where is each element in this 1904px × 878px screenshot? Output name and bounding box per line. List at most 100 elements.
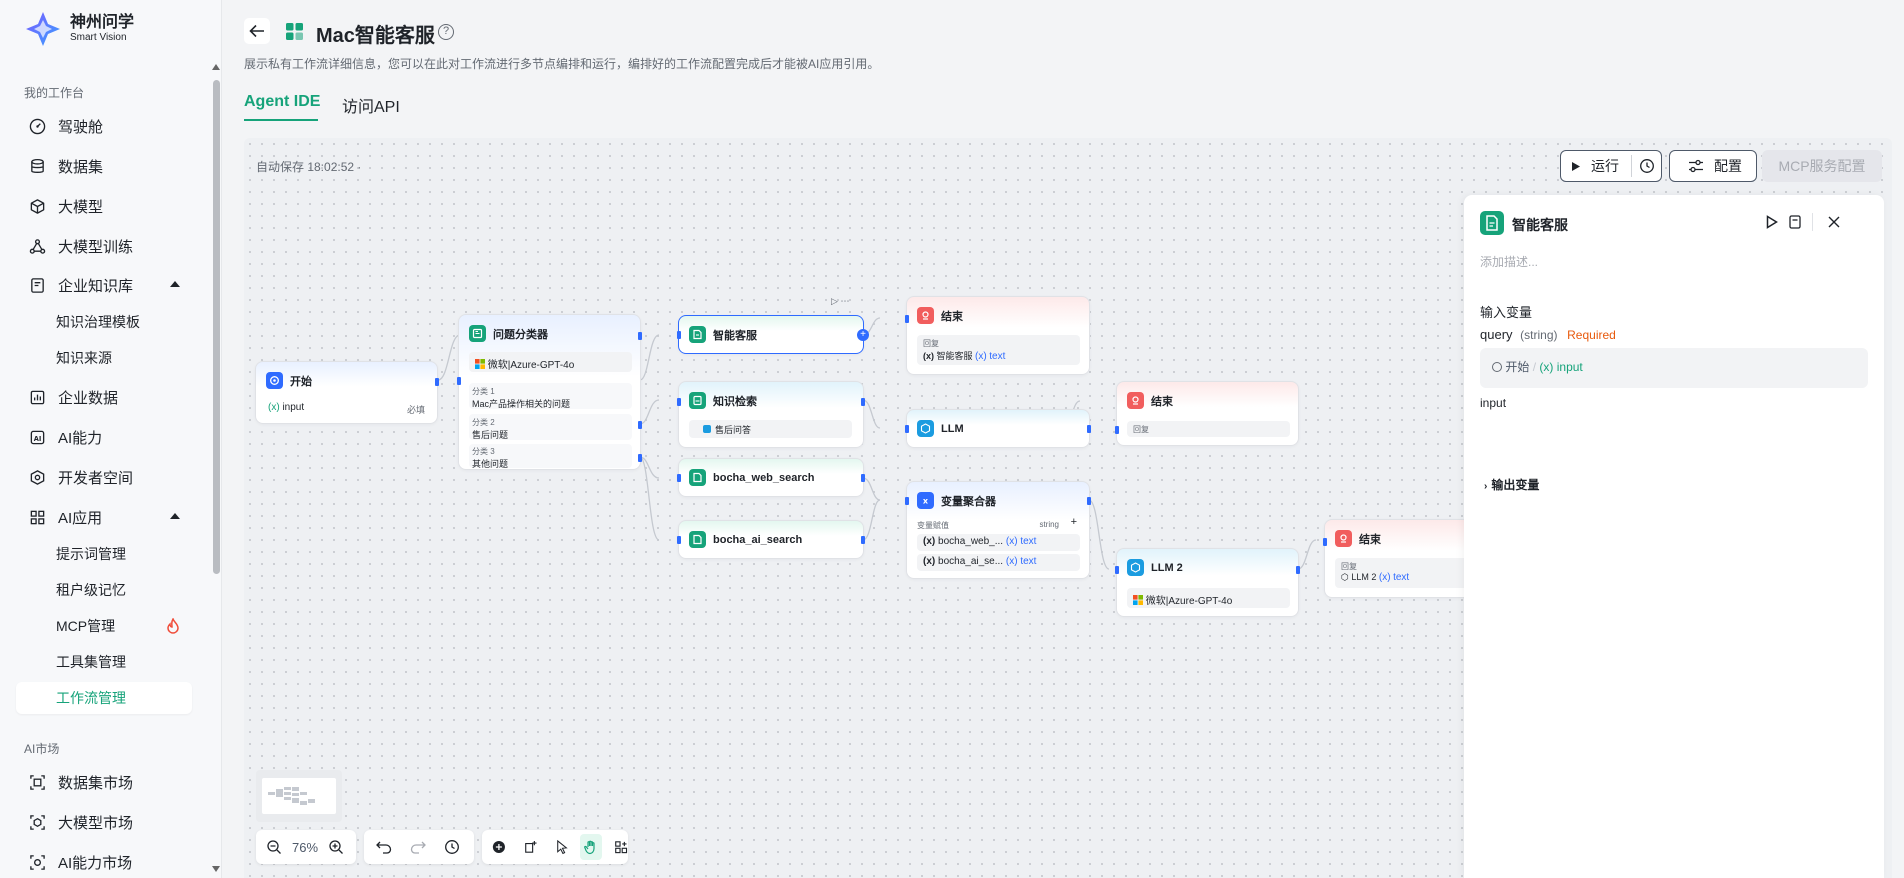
sidebar-item-dev-space[interactable]: 开发者空间: [16, 461, 192, 493]
sidebar-item-ai-market[interactable]: AI能力市场: [16, 846, 192, 878]
output-variables-toggle[interactable]: › 输出变量: [1484, 476, 1539, 493]
node-variable-aggregator[interactable]: x 变量聚合器 变量赋值 string + (x) bocha_web_... (…: [905, 481, 1091, 579]
output-port[interactable]: [1087, 425, 1091, 433]
sidebar-item-knowledge-base[interactable]: 企业知识库: [16, 269, 192, 301]
organize-icon[interactable]: [614, 839, 628, 855]
scroll-thumb[interactable]: [213, 80, 220, 574]
model-selector[interactable]: 微软|Azure-GPT-4o: [1127, 588, 1290, 608]
panel-title[interactable]: 智能客服: [1512, 215, 1568, 235]
config-button[interactable]: 配置: [1669, 150, 1757, 182]
output-port[interactable]: [638, 421, 642, 429]
scroll-down-icon[interactable]: [212, 866, 220, 872]
doc-icon[interactable]: [1789, 215, 1801, 229]
sidebar-item-ai-capability[interactable]: AI AI能力: [16, 421, 192, 453]
tab-access-api[interactable]: 访问API: [342, 93, 400, 117]
node-mcp-service[interactable]: 智能客服 +: [677, 315, 869, 354]
collapse-caret-icon[interactable]: [170, 513, 180, 519]
tab-agent-ide[interactable]: Agent IDE: [244, 93, 320, 111]
run-history-icon[interactable]: [1639, 158, 1655, 174]
back-button[interactable]: [244, 18, 270, 44]
input-port[interactable]: [905, 315, 909, 323]
sidebar-item-knowledge-source[interactable]: 知识来源: [16, 342, 192, 374]
output-port[interactable]: [638, 454, 642, 462]
add-next-node-icon[interactable]: +: [857, 329, 869, 341]
hand-tool-button[interactable]: [579, 834, 603, 860]
input-port[interactable]: [677, 474, 681, 482]
history-icon[interactable]: [444, 839, 460, 855]
zoom-in-icon[interactable]: [328, 839, 344, 855]
output-port[interactable]: [435, 378, 439, 386]
input-port[interactable]: [1323, 538, 1327, 546]
more-icon[interactable]: ⋯: [840, 296, 849, 306]
minimap[interactable]: [256, 770, 342, 822]
sidebar-item-enterprise-data[interactable]: 企业数据: [16, 381, 192, 413]
row-source: bocha_web_...: [938, 536, 1004, 547]
reply-label: 回复: [923, 339, 939, 348]
sidebar-item-ai-apps[interactable]: AI应用: [16, 501, 192, 533]
scroll-up-icon[interactable]: [212, 64, 220, 70]
help-icon[interactable]: ?: [438, 24, 454, 40]
node-config-panel: 智能客服 添加描述... 输入变量 query (string) Require…: [1464, 195, 1884, 878]
output-port[interactable]: [1087, 497, 1091, 505]
output-port[interactable]: [1296, 566, 1300, 574]
sidebar-item-workflow-management[interactable]: 工作流管理: [16, 682, 192, 714]
input-port[interactable]: [1115, 566, 1119, 574]
play-small-icon[interactable]: ▷: [831, 296, 838, 306]
sidebar-item-tenant-memory[interactable]: 租户级记忆: [16, 574, 192, 606]
run-button[interactable]: 运行: [1560, 150, 1662, 182]
node-classifier[interactable]: 问题分类器 微软|Azure-GPT-4o 分类 1 Mac产品操作相关的问题 …: [457, 314, 642, 470]
input-port[interactable]: [677, 536, 681, 544]
node-end-1[interactable]: 结束 回复 (x) 智能客服 (x) text: [905, 296, 1090, 375]
param-value-ref[interactable]: 开始 / (x) input: [1480, 348, 1868, 388]
zoom-out-icon[interactable]: [266, 839, 282, 855]
output-port[interactable]: [861, 398, 865, 406]
node-knowledge-retrieval[interactable]: 知识检索 售后问答: [677, 381, 865, 448]
add-node-icon[interactable]: [492, 839, 506, 855]
sidebar-item-prompt-management[interactable]: 提示词管理: [16, 538, 192, 570]
sidebar-item-dataset-market[interactable]: 数据集市场: [16, 766, 192, 798]
run-node-icon[interactable]: [1766, 215, 1778, 229]
sidebar-scrollbar[interactable]: [210, 60, 222, 878]
node-start[interactable]: 开始 (x) input 必填: [255, 361, 439, 424]
node-actions[interactable]: ▷ ⋯: [831, 296, 863, 308]
kb-icon: [703, 425, 711, 433]
input-port[interactable]: [1115, 426, 1119, 434]
model-selector[interactable]: 微软|Azure-GPT-4o: [469, 352, 632, 372]
output-port[interactable]: [861, 536, 865, 544]
end-icon: [917, 307, 934, 324]
sidebar-item-training[interactable]: 大模型训练: [16, 230, 192, 262]
sidebar-item-model[interactable]: 大模型: [16, 190, 192, 222]
sidebar-item-toolset-management[interactable]: 工具集管理: [16, 646, 192, 678]
brand-logo[interactable]: 神州问学 Smart Vision: [24, 10, 134, 48]
redo-icon[interactable]: [410, 840, 426, 854]
zoom-level[interactable]: 76%: [292, 840, 318, 855]
node-llm-1[interactable]: LLM: [905, 409, 1091, 448]
node-end-2[interactable]: 结束 回复: [1115, 381, 1299, 446]
add-note-icon[interactable]: [524, 839, 538, 855]
output-port[interactable]: [638, 332, 642, 340]
sidebar-item-cockpit[interactable]: 驾驶舱: [16, 110, 192, 142]
input-port[interactable]: [905, 497, 909, 505]
input-port[interactable]: [457, 377, 461, 385]
node-title: 结束: [1151, 395, 1173, 408]
node-llm-2[interactable]: LLM 2 微软|Azure-GPT-4o: [1115, 548, 1300, 617]
add-variable-icon[interactable]: +: [1071, 516, 1077, 528]
close-icon[interactable]: [1828, 216, 1840, 228]
sidebar-item-mcp-management[interactable]: MCP管理: [16, 610, 192, 642]
sidebar-item-model-market[interactable]: 大模型市场: [16, 806, 192, 838]
undo-icon[interactable]: [376, 840, 392, 854]
node-bocha-ai-search[interactable]: bocha_ai_search: [677, 520, 865, 559]
config-label: 配置: [1714, 158, 1742, 174]
description-input[interactable]: 添加描述...: [1480, 253, 1538, 270]
node-bocha-web-search[interactable]: bocha_web_search: [677, 458, 865, 497]
pointer-icon[interactable]: [556, 839, 568, 855]
knowledge-base-chip: 售后问答: [689, 420, 852, 438]
mcp-service-config-button[interactable]: MCP服务配置: [1762, 150, 1882, 182]
input-port[interactable]: [677, 398, 681, 406]
sidebar-item-knowledge-template[interactable]: 知识治理模板: [16, 306, 192, 338]
input-port[interactable]: [905, 425, 909, 433]
output-port[interactable]: [861, 474, 865, 482]
input-port[interactable]: [677, 331, 681, 339]
collapse-caret-icon[interactable]: [170, 281, 180, 287]
sidebar-item-dataset[interactable]: 数据集: [16, 150, 192, 182]
